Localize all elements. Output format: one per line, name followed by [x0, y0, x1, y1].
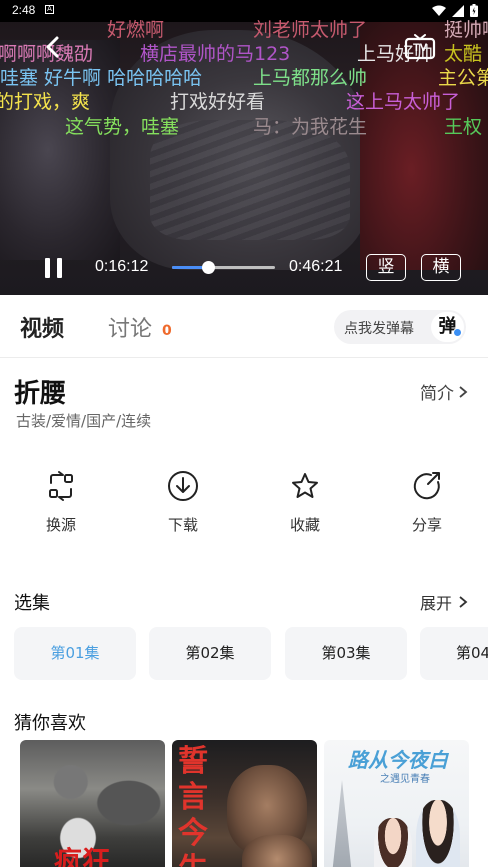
intro-link[interactable]: 简介	[420, 379, 468, 404]
chevron-right-icon	[459, 596, 468, 608]
action-label: 换源	[45, 516, 76, 534]
notification-icon: A	[45, 5, 54, 14]
danmaku-hint: 点我发弹幕	[344, 321, 414, 337]
danmaku-comment: 主公第	[438, 67, 488, 89]
danmaku-status-dot	[453, 328, 462, 337]
switch-source-button[interactable]: 换源	[26, 470, 96, 540]
episode-item[interactable]: 第01集	[14, 627, 136, 680]
recommend-list: 疯狂 誓言今生 路从今夜白 之遇见青春	[20, 740, 488, 867]
discuss-count-badge: 0	[162, 323, 172, 339]
recommend-poster[interactable]: 路从今夜白 之遇见青春	[324, 740, 469, 867]
tv-label: TV	[412, 42, 428, 54]
video-player[interactable]: 2:48 A 好燃啊刘老师太帅了挺帅啊啊啊啊魏劭横店最帅的马123上马好帅太酷哇…	[0, 0, 488, 295]
action-row: 换源 下载 收藏 分享	[0, 470, 488, 540]
danmaku-comment: 横店最帅的马123	[140, 43, 291, 65]
favorite-button[interactable]: 收藏	[270, 470, 340, 540]
expand-label: 展开	[420, 594, 453, 613]
progress-bar[interactable]	[172, 261, 275, 274]
danmaku-comment: 打戏好好看	[170, 91, 266, 113]
danmaku-comment: 挺帅啊	[444, 19, 488, 41]
tab-video[interactable]: 视频	[20, 311, 64, 343]
danmaku-comment: 太酷	[444, 43, 483, 65]
pause-button[interactable]	[42, 256, 66, 280]
status-time: 2:48	[12, 3, 36, 17]
poster-title-art: 路从今夜白	[348, 748, 448, 772]
landscape-button[interactable]: 横	[421, 254, 461, 281]
danmaku-comment: 马：为我花生	[253, 116, 368, 138]
show-tags: 古装/爱情/国产/连续	[16, 412, 152, 430]
download-button[interactable]: 下载	[148, 470, 218, 540]
action-label: 收藏	[289, 516, 320, 534]
battery-icon	[470, 4, 478, 17]
total-time: 0:46:21	[289, 258, 343, 275]
share-button[interactable]: 分享	[392, 470, 462, 540]
action-label: 分享	[411, 516, 442, 534]
poster-title-art: 疯狂	[54, 845, 111, 867]
recommend-poster[interactable]: 誓言今生	[172, 740, 317, 867]
action-label: 下载	[167, 516, 198, 534]
player-controls: 0:16:12 0:46:21 竖 横	[0, 250, 488, 286]
episode-item[interactable]: 第03集	[285, 627, 407, 680]
current-time: 0:16:12	[95, 258, 149, 275]
recommend-heading: 猜你喜欢	[14, 713, 86, 734]
danmaku-comment: 刘老师太帅了	[253, 19, 368, 41]
signal-icon	[452, 4, 464, 17]
intro-label: 简介	[420, 384, 454, 404]
chevron-right-icon	[459, 385, 468, 398]
download-icon	[168, 471, 198, 501]
danmaku-comment: 的打戏，爽	[0, 91, 91, 113]
episode-list: 第01集 第02集 第03集 第04	[14, 627, 488, 681]
danmaku-comment: 这上马太帅了	[346, 91, 461, 113]
poster-subtitle-art: 之遇见青春	[380, 774, 430, 785]
episode-item[interactable]: 第02集	[149, 627, 271, 680]
switch-source-icon	[49, 471, 73, 501]
danmaku-comment: 哇塞 好牛啊 哈哈哈哈哈	[0, 67, 203, 89]
episode-item[interactable]: 第04	[420, 627, 488, 680]
pause-icon	[45, 258, 50, 278]
wifi-icon	[432, 5, 446, 16]
poster-title-art: 誓言今生	[178, 744, 208, 867]
tab-discuss[interactable]: 讨论	[108, 311, 152, 343]
danmaku-comment: 王权	[444, 116, 483, 138]
expand-episodes-link[interactable]: 展开	[420, 590, 468, 614]
danmaku-comment: 上马都那么帅	[253, 67, 368, 89]
show-title: 折腰	[14, 379, 67, 409]
portrait-button[interactable]: 竖	[366, 254, 406, 281]
episodes-heading: 选集	[14, 593, 50, 614]
danmaku-comment: 好燃啊	[107, 19, 165, 41]
recommend-poster[interactable]: 疯狂	[20, 740, 165, 867]
progress-thumb[interactable]	[202, 261, 216, 274]
status-bar: 2:48 A	[0, 0, 488, 22]
tv-cast-button[interactable]: TV	[404, 34, 436, 60]
danmaku-comment: 这气势，哇塞	[65, 116, 180, 138]
star-icon	[292, 473, 318, 498]
send-danmaku-input[interactable]: 点我发弹幕 弹	[334, 310, 466, 344]
video-detail-page: 2:48 A 好燃啊刘老师太帅了挺帅啊啊啊啊魏劭横店最帅的马123上马好帅太酷哇…	[0, 0, 488, 867]
danmaku-toggle-button[interactable]: 弹	[431, 312, 464, 342]
back-arrow-icon[interactable]	[40, 34, 66, 60]
tab-bar: 视频 讨论 0 点我发弹幕 弹	[0, 295, 488, 358]
share-icon	[413, 472, 440, 500]
